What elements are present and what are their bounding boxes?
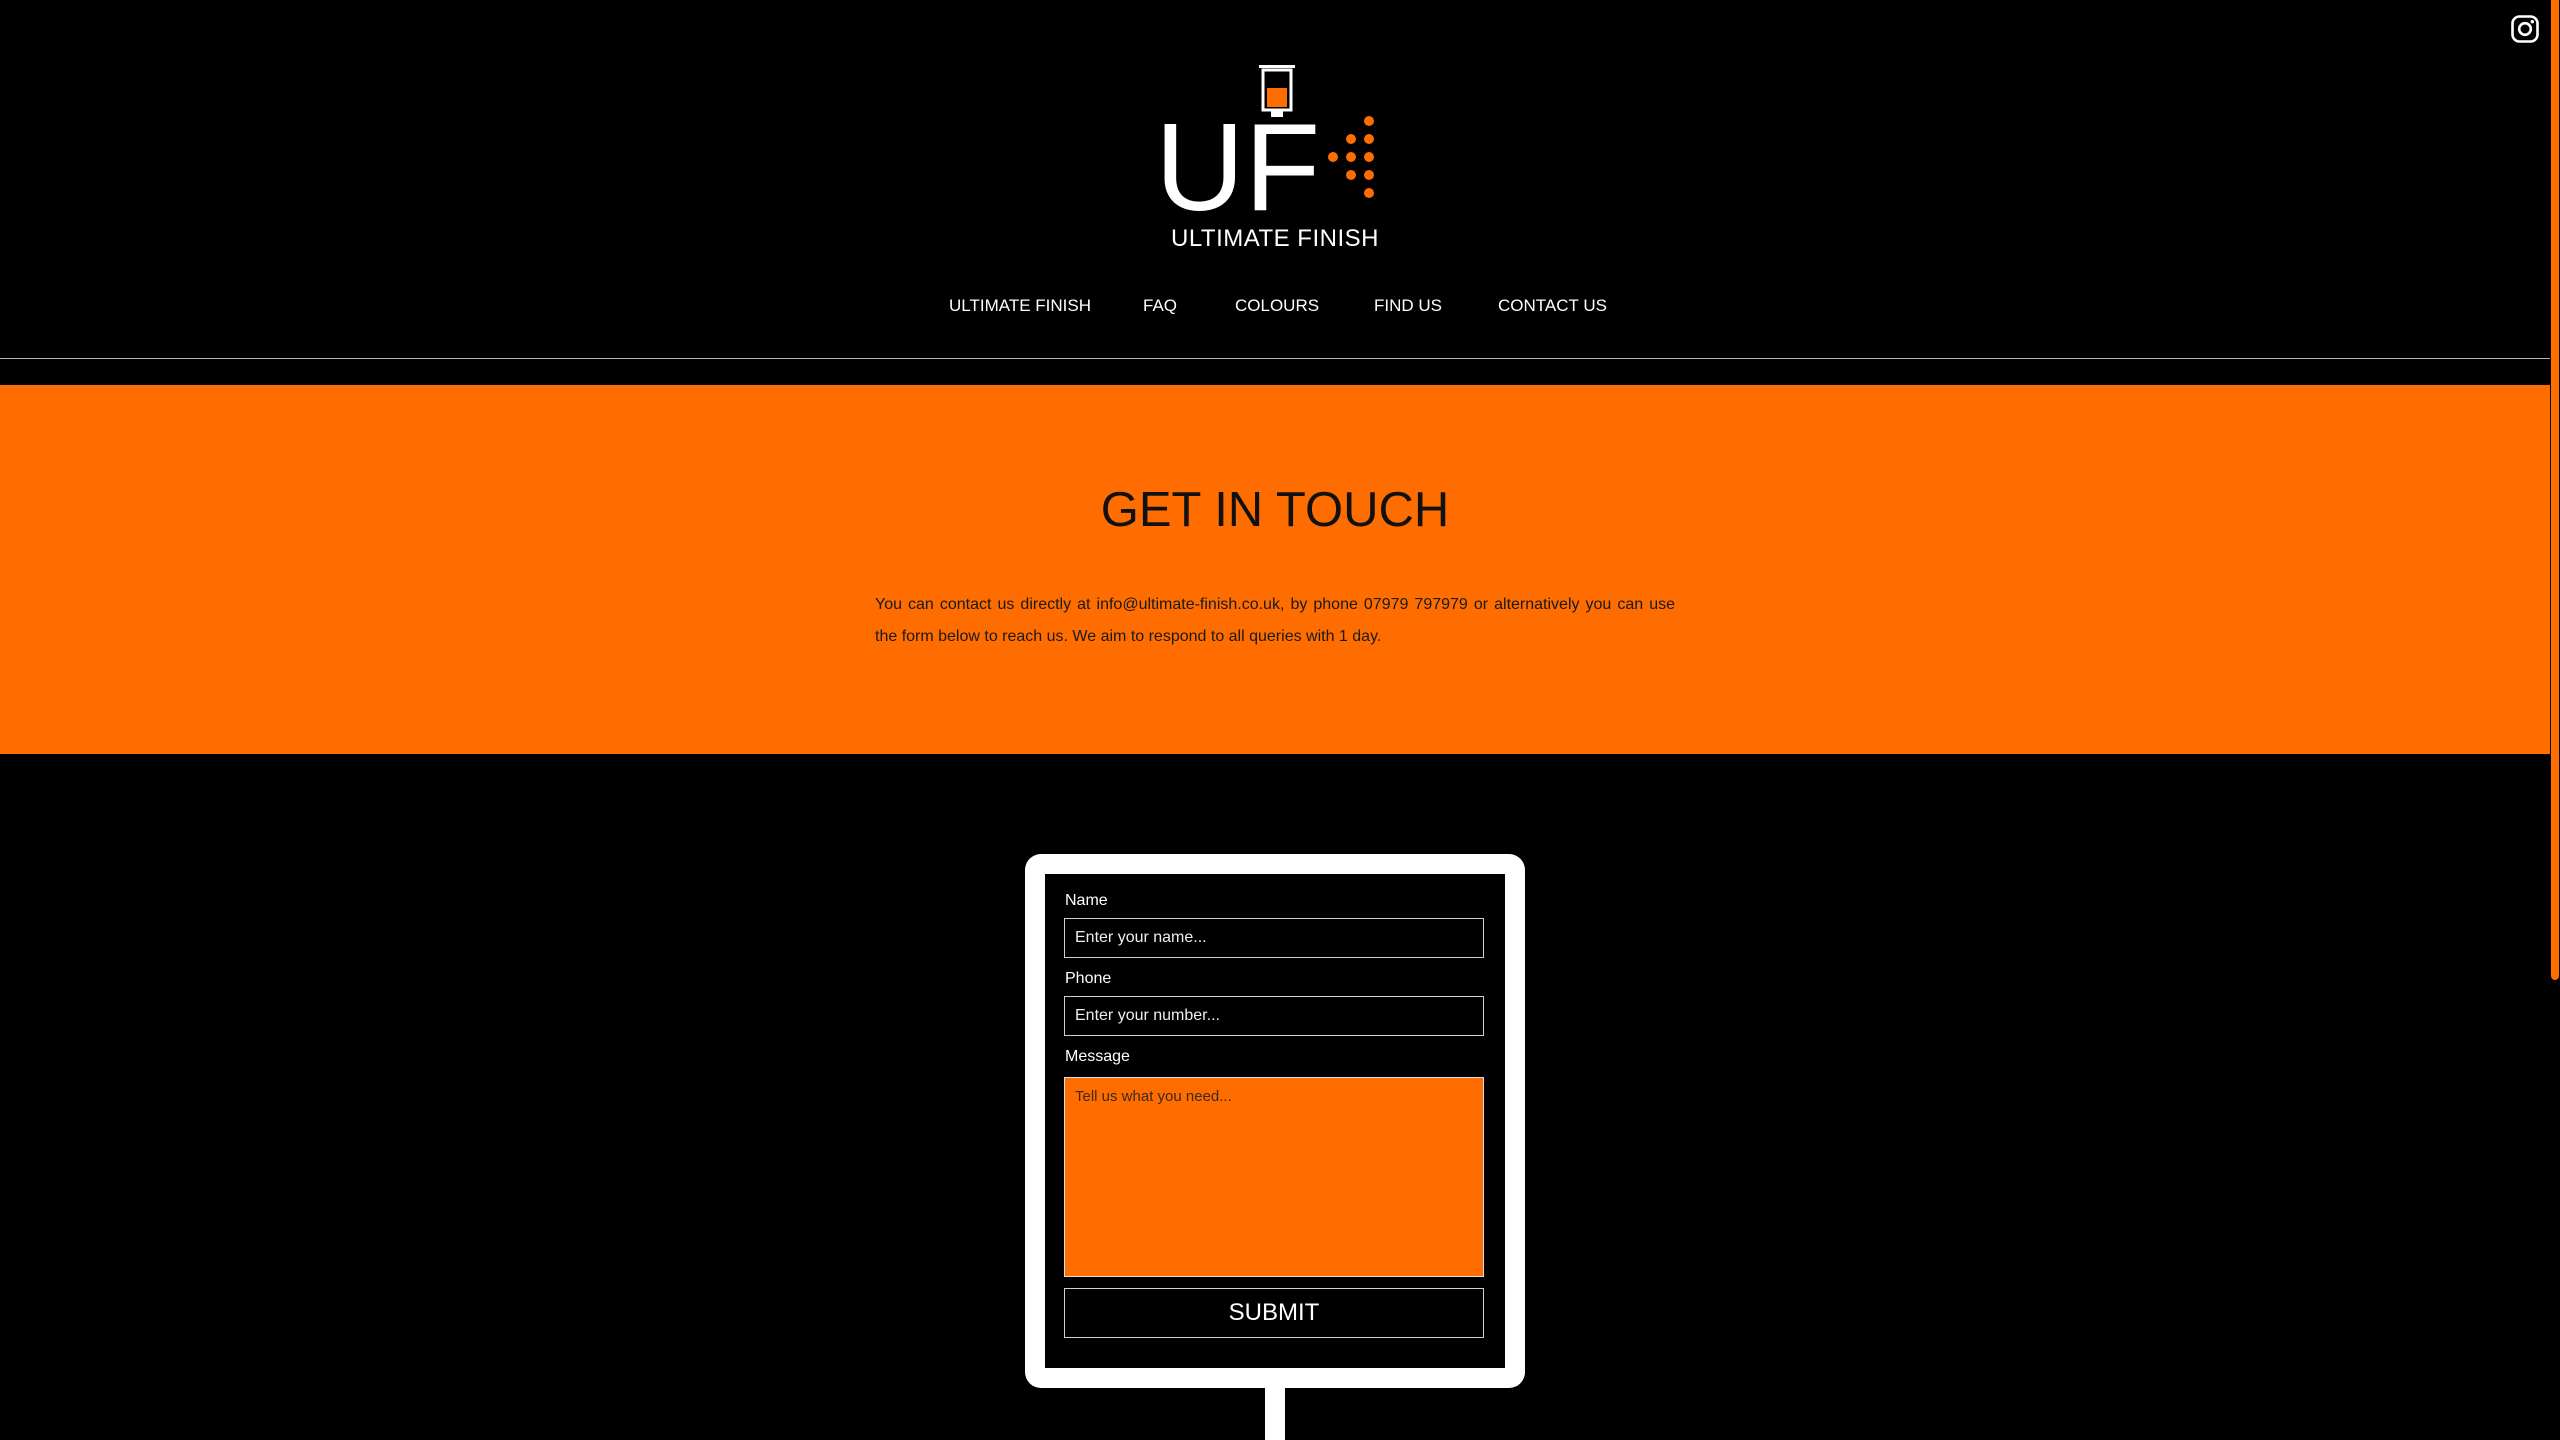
instagram-icon[interactable] — [2510, 14, 2540, 44]
phone-label: Phone — [1065, 970, 1112, 987]
scrollbar-thumb[interactable] — [2551, 0, 2559, 980]
page-title: GET IN TOUCH — [1100, 483, 1450, 537]
nav-item-ultimate-finish[interactable]: ULTIMATE FINISH — [949, 296, 1091, 316]
main-nav: ULTIMATE FINISH FAQ COLOURS FIND US CONT… — [0, 296, 2550, 326]
header-divider — [0, 358, 2550, 359]
name-label: Name — [1065, 892, 1108, 909]
brand-name: ULTIMATE FINISH — [1171, 225, 1379, 252]
contact-intro-section — [0, 385, 2550, 754]
sign-post — [1265, 1388, 1285, 1440]
nav-item-faq[interactable]: FAQ — [1143, 296, 1177, 316]
message-label: Message — [1065, 1048, 1130, 1065]
nav-item-find-us[interactable]: FIND US — [1374, 296, 1442, 316]
logo-letters: UF — [1155, 99, 1320, 237]
message-textarea[interactable] — [1064, 1077, 1484, 1277]
contact-intro-text: You can contact us directly at info@ulti… — [875, 596, 1675, 645]
submit-button[interactable]: SUBMIT — [1064, 1288, 1484, 1338]
nav-item-contact-us[interactable]: CONTACT US — [1498, 296, 1607, 316]
contact-form: Name Phone Message SUBMIT — [1045, 874, 1505, 1368]
nav-item-colours[interactable]: COLOURS — [1235, 296, 1319, 316]
contact-form-sign: Name Phone Message SUBMIT — [1025, 854, 1525, 1388]
phone-input[interactable] — [1064, 996, 1484, 1036]
site-header: UF ULTIMATE FINISH ULTIMATE FINISH FAQ C… — [0, 0, 2550, 385]
name-input[interactable] — [1064, 918, 1484, 958]
